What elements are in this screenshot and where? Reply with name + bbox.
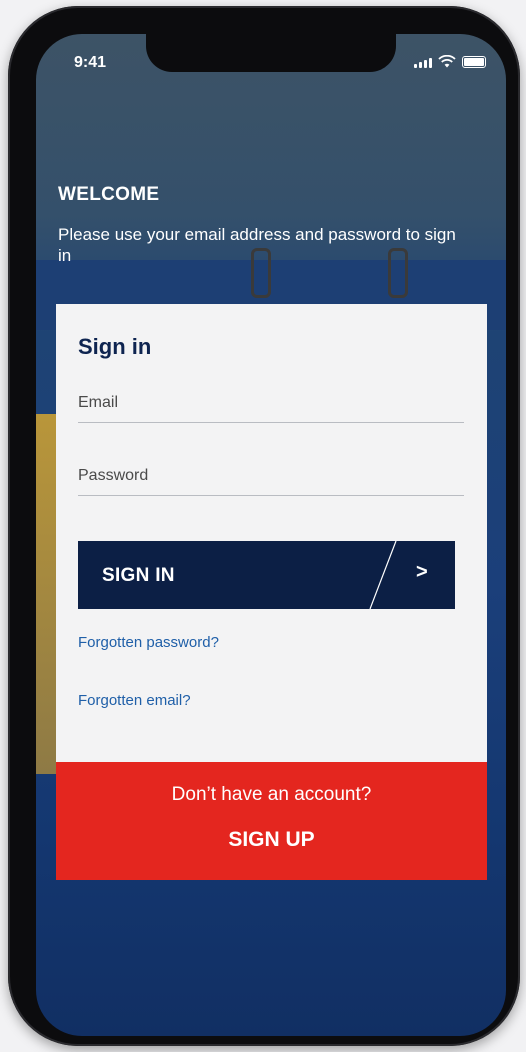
signin-button-label: SIGN IN xyxy=(102,565,175,586)
wifi-icon xyxy=(438,55,456,68)
chevron-right-icon: > xyxy=(416,561,428,583)
forgot-password-link[interactable]: Forgotten password? xyxy=(78,634,219,651)
signup-section: Don’t have an account? SIGN UP xyxy=(56,762,487,880)
signup-prompt: Don’t have an account? xyxy=(171,784,372,805)
signup-button[interactable]: SIGN UP xyxy=(191,822,352,858)
signin-button[interactable]: SIGN IN > xyxy=(78,541,455,609)
signal-icon xyxy=(414,58,432,68)
email-field-wrapper xyxy=(78,386,464,423)
password-field-wrapper xyxy=(78,459,464,496)
phone-frame: 9:41 WELCOME Please use your email addre… xyxy=(8,6,520,1046)
signin-card: Sign in SIGN IN > Forgotten password? Fo… xyxy=(56,304,487,762)
email-field[interactable] xyxy=(78,394,464,412)
forgot-email-link[interactable]: Forgotten email? xyxy=(78,692,191,709)
status-time: 9:41 xyxy=(74,54,107,71)
status-icons xyxy=(414,55,486,68)
welcome-message: Please use your email address and passwo… xyxy=(58,225,456,265)
welcome-title: WELCOME xyxy=(58,184,160,205)
notch xyxy=(146,34,396,72)
signin-title: Sign in xyxy=(78,334,152,359)
screen: 9:41 WELCOME Please use your email addre… xyxy=(36,34,506,1036)
divider-slash-icon xyxy=(369,541,397,609)
battery-icon xyxy=(462,56,486,68)
password-field[interactable] xyxy=(78,467,464,485)
